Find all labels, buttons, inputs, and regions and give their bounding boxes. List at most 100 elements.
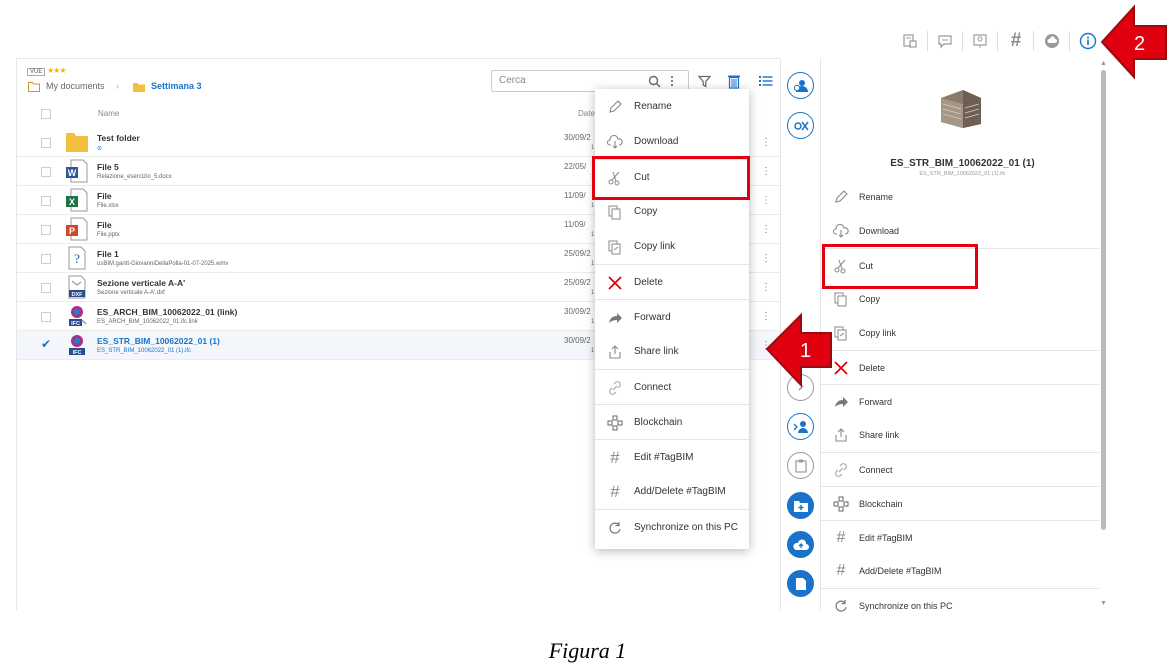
row-checkbox[interactable] xyxy=(41,254,51,264)
link-icon xyxy=(832,462,850,478)
file-name: Test folder xyxy=(97,133,140,143)
detail-action-connect[interactable]: Connect xyxy=(821,452,1099,486)
menu-label: Blockchain xyxy=(634,417,683,428)
copy-icon xyxy=(832,291,850,307)
file-size: 1 xyxy=(591,232,595,238)
menu-item-delete[interactable]: Delete xyxy=(595,264,749,299)
detail-action-rename[interactable]: Rename xyxy=(821,180,1099,214)
presentation-icon[interactable] xyxy=(969,30,991,52)
menu-item-copy-link[interactable]: Copy link xyxy=(595,229,749,264)
detail-action-forward[interactable]: Forward xyxy=(821,384,1099,418)
detail-scrollbar[interactable] xyxy=(1101,70,1106,530)
breadcrumb-root[interactable]: My documents xyxy=(46,81,105,91)
new-folder-icon[interactable] xyxy=(787,492,814,519)
detail-action-synchronize[interactable]: Synchronize on this PC xyxy=(821,588,1099,612)
chat-edit-icon[interactable] xyxy=(934,30,956,52)
row-checkbox[interactable] xyxy=(41,138,51,148)
column-header-date[interactable]: Date xyxy=(578,109,595,118)
row-menu-icon[interactable]: ⋮ xyxy=(761,282,771,293)
copy-link-icon xyxy=(832,325,850,341)
detail-action-add-delete-tagbim[interactable]: # Add/Delete #TagBIM xyxy=(821,554,1099,588)
ifc-link-file-icon: IFC xyxy=(69,306,87,327)
row-checkbox[interactable] xyxy=(41,167,51,177)
select-all-checkbox[interactable] xyxy=(41,109,51,119)
menu-item-share-link[interactable]: Share link xyxy=(595,334,749,369)
document-scan-icon[interactable] xyxy=(899,30,921,52)
row-checkbox[interactable] xyxy=(41,283,51,293)
filter-icon[interactable] xyxy=(695,71,713,91)
cloud-upload-icon[interactable] xyxy=(1041,30,1063,52)
row-menu-icon[interactable]: ⋮ xyxy=(761,166,771,177)
file-subname: ES_STR_BIM_10062022_01 (1).ifc xyxy=(97,348,192,354)
svg-text:IFC: IFC xyxy=(73,350,82,356)
trash-icon[interactable] xyxy=(725,71,743,91)
menu-item-synchronize[interactable]: Synchronize on this PC xyxy=(595,509,749,544)
menu-item-forward[interactable]: Forward xyxy=(595,299,749,334)
excel-file-icon: X xyxy=(66,188,88,212)
rating-stars: ★★★ xyxy=(47,66,66,75)
word-file-icon: W xyxy=(66,159,88,183)
detail-action-blockchain[interactable]: Blockchain xyxy=(821,486,1099,520)
menu-item-download[interactable]: Download xyxy=(595,124,749,159)
menu-item-edit-tagbim[interactable]: # Edit #TagBIM xyxy=(595,439,749,474)
file-name: File xyxy=(97,220,112,230)
settings-tools-icon[interactable] xyxy=(787,112,814,139)
row-checkbox-checked[interactable]: ✔ xyxy=(41,338,51,350)
new-document-icon[interactable] xyxy=(787,570,814,597)
powerpoint-file-icon: P xyxy=(66,217,88,241)
detail-action-download[interactable]: Download xyxy=(821,214,1099,248)
users-settings-icon[interactable] xyxy=(787,72,814,99)
detail-action-label: Download xyxy=(859,226,900,236)
detail-action-copy-link[interactable]: Copy link xyxy=(821,316,1099,350)
row-checkbox[interactable] xyxy=(41,196,51,206)
detail-action-label: Add/Delete #TagBIM xyxy=(859,566,942,576)
list-view-icon[interactable] xyxy=(757,71,775,91)
detail-action-label: Forward xyxy=(859,397,893,407)
menu-item-blockchain[interactable]: Blockchain xyxy=(595,404,749,439)
file-name: Sezione verticale A-A' xyxy=(97,278,186,288)
row-menu-icon[interactable]: ⋮ xyxy=(761,137,771,148)
share-user-icon[interactable] xyxy=(787,413,814,440)
menu-item-connect[interactable]: Connect xyxy=(595,369,749,404)
row-menu-icon[interactable]: ⋮ xyxy=(761,224,771,235)
copy-link-icon xyxy=(606,238,624,256)
breadcrumb-current[interactable]: Settimana 3 xyxy=(151,81,202,91)
detail-action-delete[interactable]: Delete xyxy=(821,350,1099,384)
menu-label: Copy xyxy=(634,206,658,217)
copy-icon xyxy=(606,203,624,221)
svg-text:W: W xyxy=(68,168,77,178)
svg-text:?: ? xyxy=(74,251,80,266)
cloud-download-icon xyxy=(832,223,850,239)
column-header-name[interactable]: Name xyxy=(98,109,119,118)
delete-x-icon xyxy=(606,274,624,292)
info-icon[interactable] xyxy=(1077,30,1099,52)
delete-x-icon xyxy=(832,360,850,376)
row-menu-icon[interactable]: ⋮ xyxy=(761,195,771,206)
detail-action-label: Synchronize on this PC xyxy=(859,601,953,611)
row-checkbox[interactable] xyxy=(41,225,51,235)
hash-icon[interactable]: # xyxy=(1005,30,1027,52)
paste-icon[interactable] xyxy=(787,452,814,479)
search-options-icon[interactable] xyxy=(667,71,677,91)
link-icon xyxy=(606,379,624,397)
building-model-icon xyxy=(941,90,981,128)
detail-action-edit-tagbim[interactable]: # Edit #TagBIM xyxy=(821,520,1099,554)
pencil-icon xyxy=(832,189,850,205)
menu-item-rename[interactable]: Rename xyxy=(595,89,749,124)
detail-action-share-link[interactable]: Share link xyxy=(821,418,1099,452)
row-checkbox[interactable] xyxy=(41,312,51,322)
upload-cloud-icon[interactable] xyxy=(787,531,814,558)
file-name: File xyxy=(97,191,112,201)
file-size: 1 xyxy=(591,203,595,209)
file-date: 25/09/2 xyxy=(564,278,591,287)
search-icon[interactable] xyxy=(645,71,663,91)
svg-text:X: X xyxy=(69,197,75,207)
file-date: 30/09/2 xyxy=(564,336,591,345)
scroll-down-icon[interactable]: ▼ xyxy=(1100,600,1107,607)
app-screen: # VUE ★★★ My documents › Settimana 3 Cer… xyxy=(0,0,1175,668)
highlight-cut-menu xyxy=(592,156,750,200)
menu-item-add-delete-tagbim[interactable]: # Add/Delete #TagBIM xyxy=(595,474,749,509)
row-menu-icon[interactable]: ⋮ xyxy=(761,253,771,264)
svg-text:IFC: IFC xyxy=(71,321,80,327)
file-size: 1 xyxy=(591,261,595,267)
